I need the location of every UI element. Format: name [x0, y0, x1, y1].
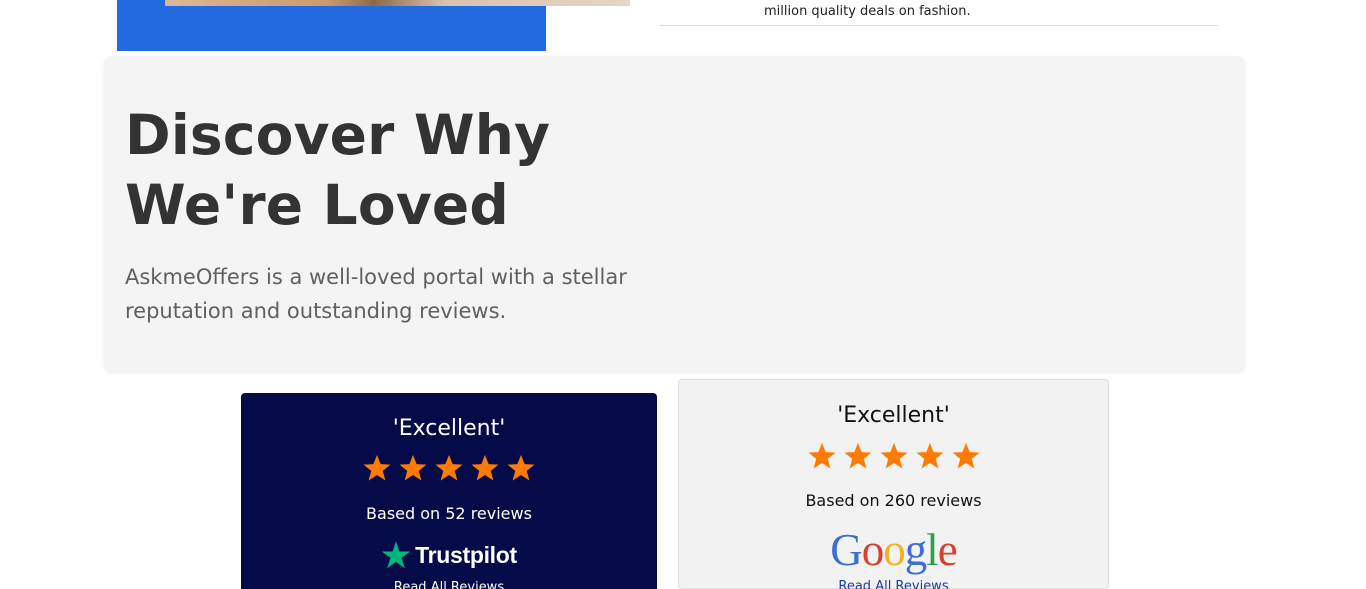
section-divider	[660, 25, 1218, 26]
google-logo: Google	[679, 525, 1108, 575]
trustpilot-read-all-link[interactable]: Read All Reviews	[241, 580, 657, 589]
loved-title-line-2: We're Loved	[125, 173, 509, 237]
google-review-count: Based on 260 reviews	[805, 491, 982, 510]
star-icon	[880, 442, 907, 469]
trustpilot-wordmark: Trustpilot	[415, 541, 517, 568]
loved-section-panel: Discover Why We're Loved AskmeOffers is …	[104, 56, 1245, 371]
star-icon	[952, 442, 979, 469]
google-read-all-link[interactable]: Read All Reviews	[679, 579, 1108, 589]
star-icon	[471, 454, 499, 481]
star-icon	[363, 454, 391, 481]
trustpilot-rating-label: 'Excellent'	[392, 416, 506, 441]
google-wordmark: Google	[830, 525, 957, 575]
trustpilot-logo: Trustpilot	[241, 538, 657, 572]
trustpilot-review-card: 'Excellent' Based on 52 reviews Trustpil…	[241, 393, 657, 589]
trustpilot-star-rating	[241, 453, 657, 483]
hero-photo-edge	[165, 0, 630, 6]
google-review-card: 'Excellent' Based on 260 reviews Google …	[678, 379, 1109, 589]
star-icon	[399, 454, 427, 481]
google-rating-label: 'Excellent'	[837, 403, 950, 428]
star-icon	[808, 442, 835, 469]
google-star-rating	[679, 441, 1108, 471]
hero-banner-edge	[117, 0, 546, 51]
star-icon	[507, 454, 535, 481]
loved-section-subtitle: AskmeOffers is a well-loved portal with …	[125, 265, 627, 323]
star-icon	[844, 442, 871, 469]
star-icon	[435, 454, 463, 481]
star-icon	[916, 442, 943, 469]
trustpilot-review-count: Based on 52 reviews	[366, 504, 532, 523]
page: million quality deals on fashion. Discov…	[0, 0, 1366, 589]
fashion-deals-text: million quality deals on fashion.	[764, 4, 971, 19]
trustpilot-star-icon	[381, 541, 411, 569]
loved-section-title: Discover Why We're Loved	[125, 100, 585, 240]
loved-title-line-1: Discover Why	[125, 103, 551, 167]
